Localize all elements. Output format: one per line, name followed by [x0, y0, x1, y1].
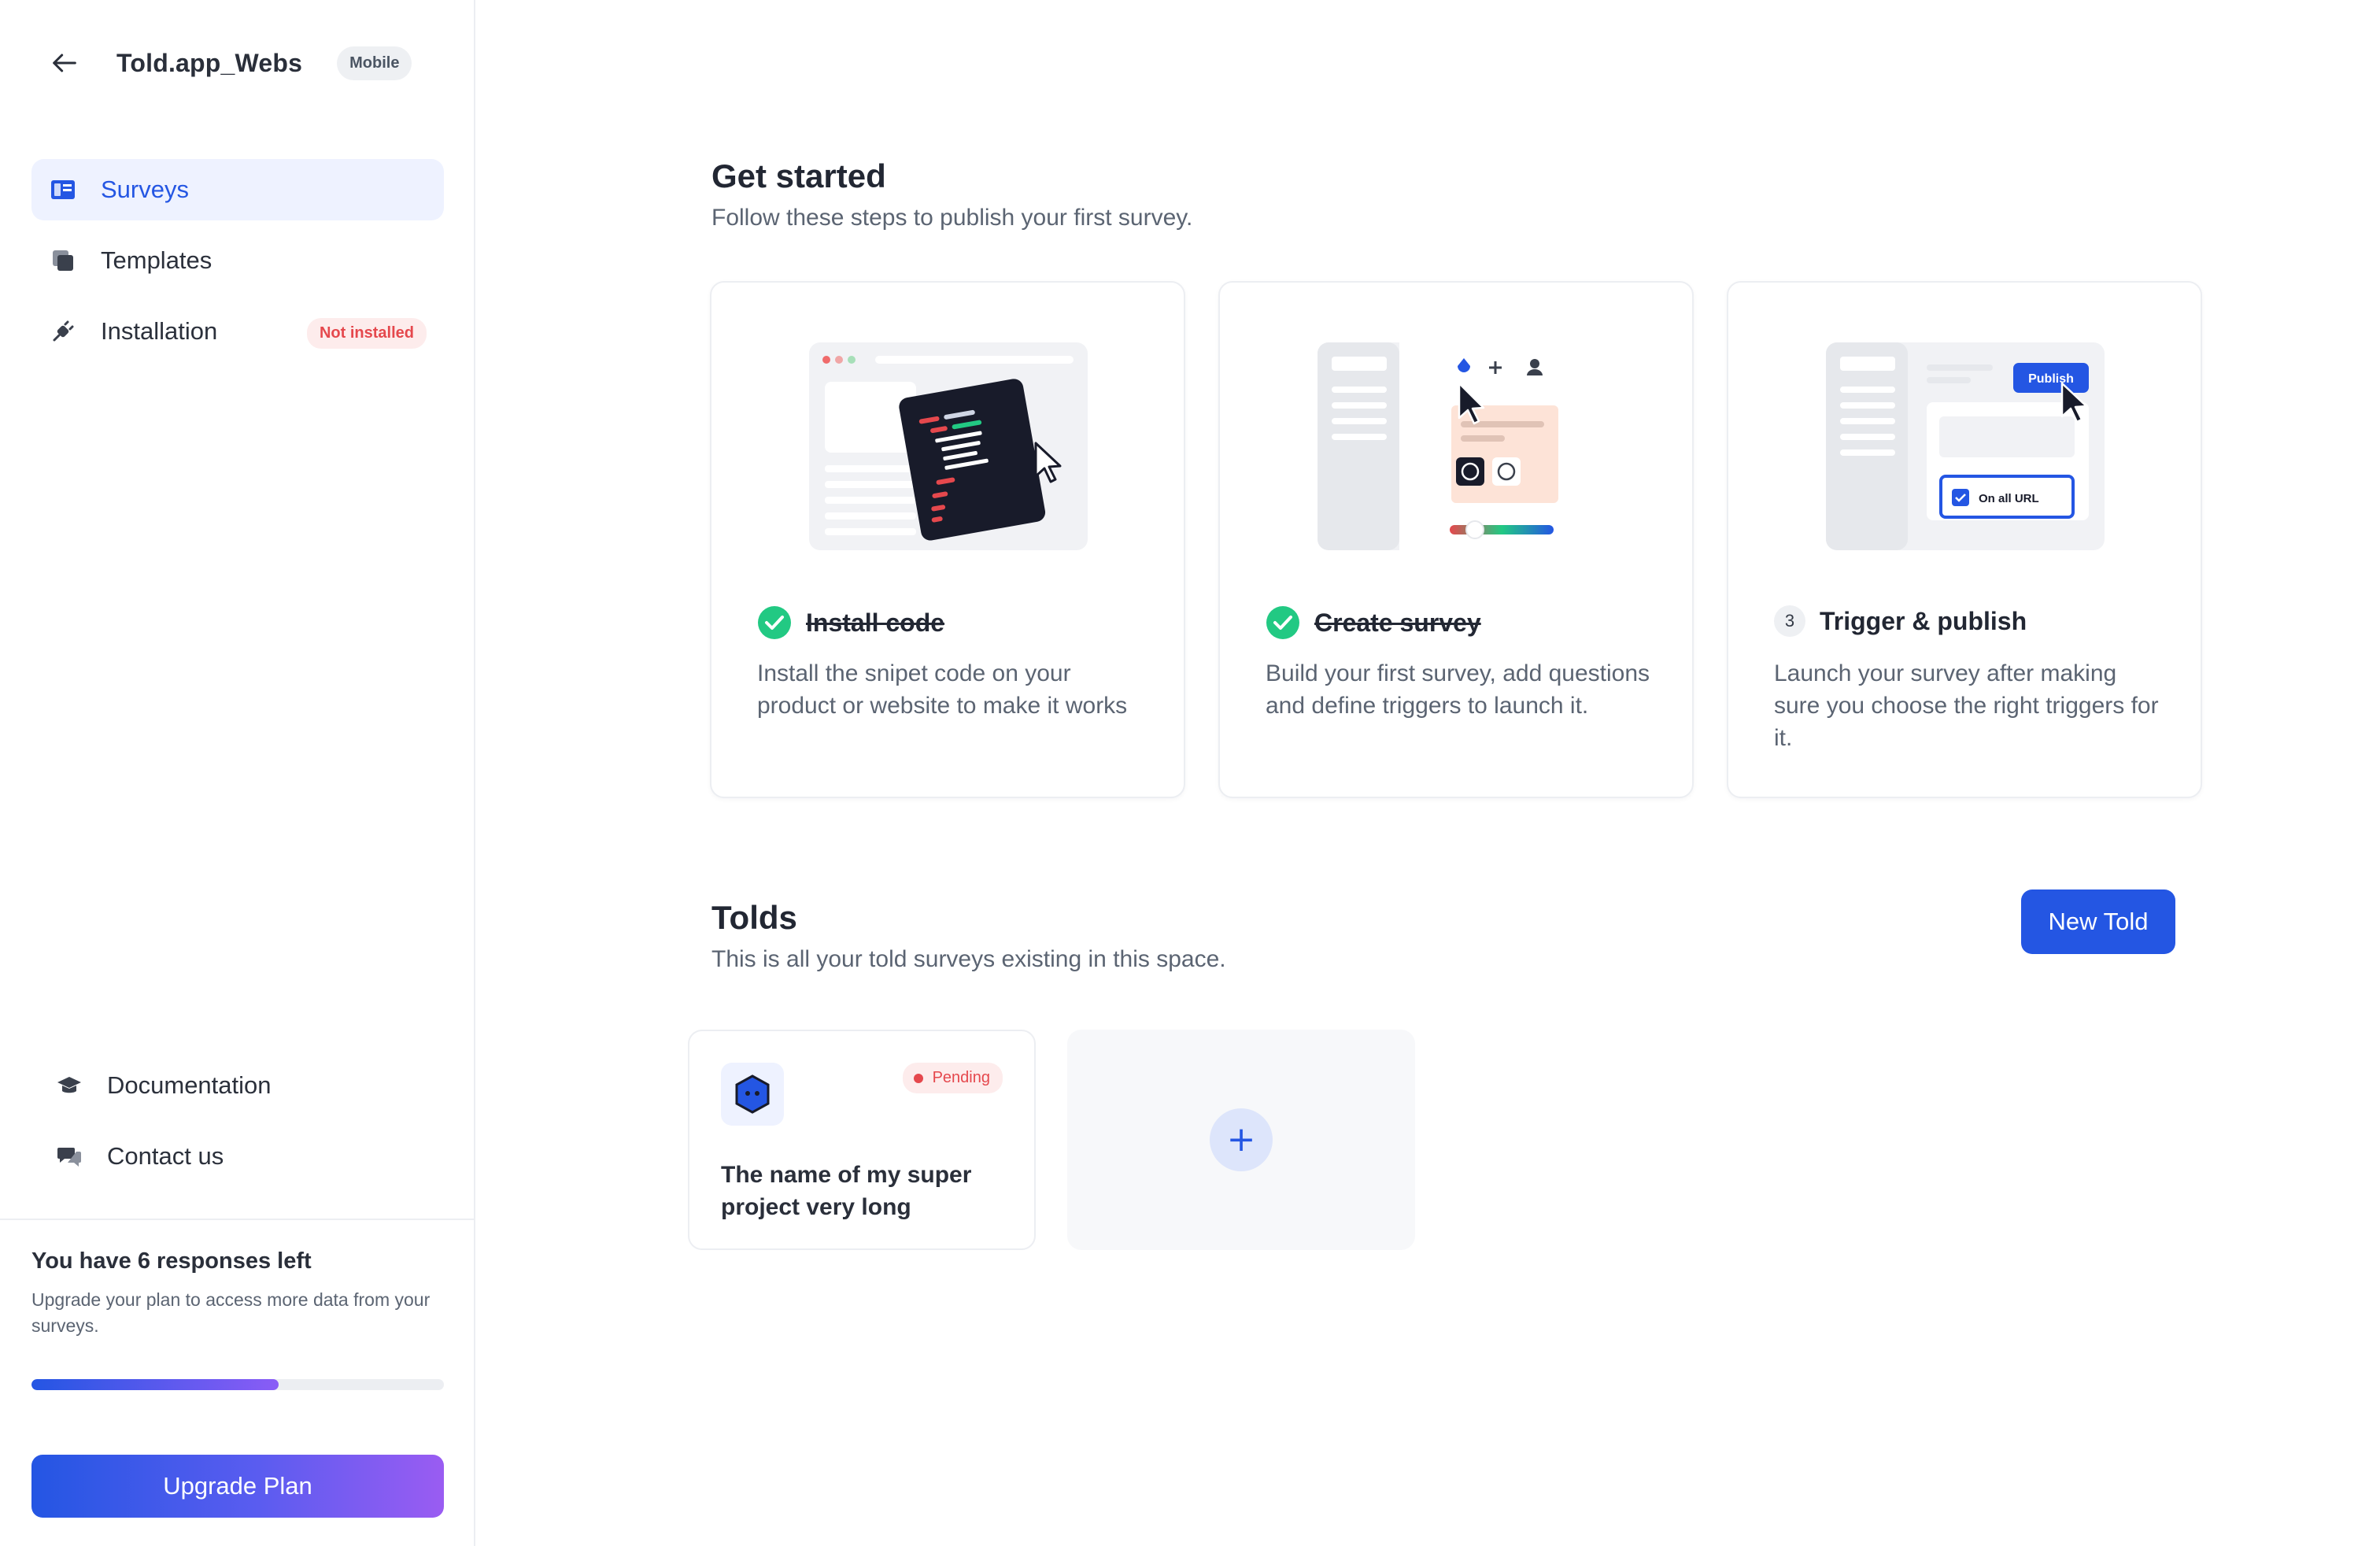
create-survey-illustration: [1318, 342, 1601, 553]
chat-icon: [57, 1144, 82, 1169]
step-header: Install code: [757, 605, 944, 640]
step-title: Install code: [806, 608, 945, 637]
step-card-install-code[interactable]: Install code Install the snipet code on …: [710, 281, 1185, 798]
upgrade-plan-button[interactable]: Upgrade Plan: [31, 1455, 444, 1518]
step-number: 3: [1774, 605, 1805, 637]
trigger-publish-illustration: Publish On all URL: [1826, 342, 2109, 553]
illustration-url-label: On all URL: [1979, 492, 2039, 505]
sidebar-item-label: Installation: [101, 317, 218, 345]
usage-progress-bar: [31, 1379, 444, 1390]
check-circle-icon: [1266, 606, 1299, 639]
main-content: Get started Follow these steps to publis…: [475, 0, 2380, 1546]
secondary-nav: Documentation Contact us: [38, 1055, 447, 1196]
add-told-button[interactable]: +: [1210, 1108, 1273, 1171]
arrow-left-icon: [53, 54, 76, 72]
step-header: Create survey: [1266, 605, 1481, 640]
sidebar-item-contact[interactable]: Contact us: [38, 1126, 447, 1187]
platform-badge: Mobile: [337, 46, 412, 80]
back-button[interactable]: [47, 46, 82, 80]
step-card-trigger-publish[interactable]: Publish On all URL 3 Trigger & publish L…: [1727, 281, 2202, 798]
plug-icon: [50, 319, 76, 344]
installation-status-badge: Not installed: [306, 318, 427, 349]
step-title: Create survey: [1314, 608, 1481, 637]
sidebar-item-label: Surveys: [101, 176, 189, 203]
status-dot: [913, 1073, 923, 1083]
sidebar-item-surveys[interactable]: Surveys: [31, 159, 444, 220]
told-name: The name of my super project very long: [721, 1162, 972, 1220]
sidebar: Told.app_Webs Mobile Surveys Templates I…: [0, 0, 475, 1546]
templates-icon: [50, 248, 76, 273]
status-label: Pending: [932, 1069, 990, 1086]
told-avatar: [721, 1063, 784, 1126]
surveys-icon: [50, 177, 76, 202]
new-told-button[interactable]: New Told: [2021, 890, 2175, 954]
graduation-cap-icon: [57, 1073, 82, 1098]
install-code-illustration: [809, 342, 1092, 553]
sidebar-item-installation[interactable]: Installation Not installed: [31, 301, 444, 362]
sidebar-item-documentation[interactable]: Documentation: [38, 1055, 447, 1116]
check-circle-icon: [758, 606, 791, 639]
get-started-subtitle: Follow these steps to publish your first…: [711, 205, 1193, 231]
sidebar-item-label: Templates: [101, 246, 213, 274]
sidebar-item-templates[interactable]: Templates: [31, 230, 444, 291]
step-description: Launch your survey after making sure you…: [1774, 660, 2159, 751]
usage-progress-fill: [31, 1379, 279, 1390]
sidebar-header: Told.app_Webs Mobile: [47, 44, 412, 82]
workspace-name: Told.app_Webs: [116, 48, 303, 77]
plus-icon: +: [1226, 1119, 1256, 1160]
step-description: Install the snipet code on your product …: [757, 660, 1128, 719]
step-title: Trigger & publish: [1820, 606, 2027, 635]
sidebar-divider: [0, 1219, 475, 1220]
tolds-title: Tolds: [711, 899, 797, 936]
step-header: 3 Trigger & publish: [1774, 605, 2027, 637]
sidebar-item-label: Contact us: [107, 1142, 224, 1170]
get-started-title: Get started: [711, 157, 886, 194]
step-description: Build your first survey, add questions a…: [1266, 660, 1650, 719]
step-card-create-survey[interactable]: Create survey Build your first survey, a…: [1218, 281, 1694, 798]
usage-panel: You have 6 responses left Upgrade your p…: [31, 1248, 447, 1339]
usage-description: Upgrade your plan to access more data fr…: [31, 1289, 431, 1336]
told-card[interactable]: Pending The name of my super project ver…: [688, 1030, 1036, 1250]
usage-title: You have 6 responses left: [31, 1248, 312, 1274]
main-nav: Surveys Templates Installation Not insta…: [31, 159, 444, 372]
tolds-subtitle: This is all your told surveys existing i…: [711, 946, 1226, 972]
add-told-card[interactable]: +: [1067, 1030, 1415, 1250]
hexagon-avatar-icon: [735, 1074, 770, 1114]
status-badge: Pending: [902, 1063, 1003, 1093]
sidebar-item-label: Documentation: [107, 1071, 272, 1099]
illustration-publish-label: Publish: [2028, 372, 2074, 386]
